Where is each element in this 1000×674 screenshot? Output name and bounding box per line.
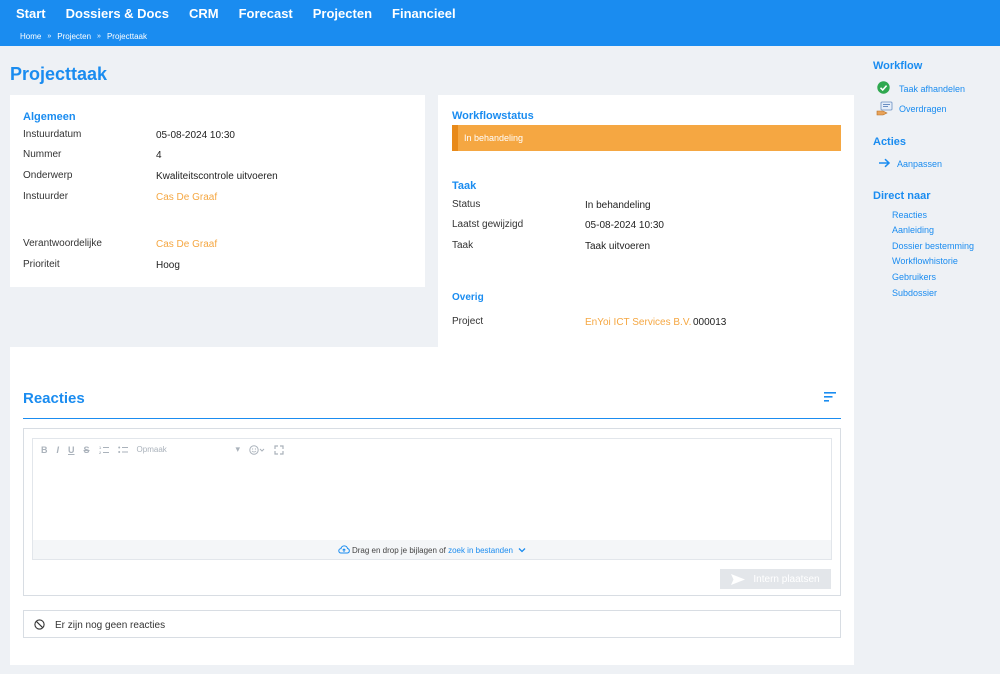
menu-item-crm[interactable]: CRM: [189, 6, 219, 21]
nummer-value: 4: [156, 150, 162, 161]
nummer-label: Nummer: [23, 149, 62, 160]
instuurder-link[interactable]: Cas De Graaf: [156, 192, 217, 203]
breadcrumb-separator-icon: »: [47, 33, 52, 40]
instuurdatum-value: 05-08-2024 10:30: [156, 130, 235, 141]
intern-plaatsen-label: Intern plaatsen: [753, 573, 820, 585]
dropzone-text: Drag en drop je bijlagen of: [351, 546, 446, 555]
main-menu: Start Dossiers & Docs CRM Forecast Proje…: [16, 6, 456, 21]
top-navigation-bar: Start Dossiers & Docs CRM Forecast Proje…: [0, 0, 1000, 46]
italic-button[interactable]: I: [57, 445, 60, 455]
instuurdatum-label: Instuurdatum: [23, 129, 82, 140]
breadcrumb-home[interactable]: Home: [20, 32, 41, 41]
comment-composer: B I U S 1 2 Opmaak ▾ Drag en drop je bij…: [23, 428, 841, 596]
breadcrumb-separator-icon: »: [97, 33, 101, 40]
instuurder-label: Instuurder: [23, 191, 69, 202]
format-dropdown[interactable]: Opmaak: [137, 445, 227, 454]
emoji-icon[interactable]: [249, 444, 265, 455]
project-code: 000013: [693, 317, 727, 328]
taak-status-value: In behandeling: [585, 200, 651, 211]
page-title: Projecttaak: [10, 64, 108, 84]
breadcrumb-projecten[interactable]: Projecten: [57, 32, 91, 41]
cloud-upload-icon: [338, 545, 350, 554]
direct-link-workflowhistorie[interactable]: Workflowhistorie: [892, 256, 958, 266]
laatst-gewijzigd-value: 05-08-2024 10:30: [585, 220, 664, 231]
verantwoordelijke-link[interactable]: Cas De Graaf: [156, 239, 217, 250]
attachment-dropzone[interactable]: Drag en drop je bijlagen of zoek in best…: [33, 540, 831, 559]
menu-item-forecast[interactable]: Forecast: [239, 6, 293, 21]
reacties-divider: [23, 418, 841, 419]
taak-afhandelen-link[interactable]: Taak afhandelen: [899, 84, 965, 94]
direct-link-subdossier[interactable]: Subdossier: [892, 288, 937, 298]
reacties-title: Reacties: [23, 390, 85, 407]
send-icon: [731, 573, 746, 585]
menu-item-start[interactable]: Start: [16, 6, 46, 21]
svg-text:2: 2: [99, 450, 102, 454]
bullet-list-icon[interactable]: [117, 445, 128, 454]
workflowstatus-title: Workflowstatus: [452, 110, 534, 122]
algemeen-title: Algemeen: [23, 111, 76, 123]
laatst-gewijzigd-label: Laatst gewijzigd: [452, 219, 524, 230]
menu-item-financieel[interactable]: Financieel: [392, 6, 456, 21]
workflow-status-bar: In behandeling: [452, 125, 841, 151]
verantwoordelijke-label: Verantwoordelijke: [23, 238, 102, 249]
breadcrumb-projecttaak[interactable]: Projecttaak: [107, 32, 147, 41]
chevron-down-icon[interactable]: [518, 547, 526, 553]
no-reactions-text: Er zijn nog geen reacties: [55, 620, 166, 631]
direct-link-reacties[interactable]: Reacties: [892, 210, 927, 220]
editor-toolbar: B I U S 1 2 Opmaak ▾: [41, 444, 284, 455]
prioriteit-label: Prioriteit: [23, 259, 60, 270]
taak-value: Taak uitvoeren: [585, 241, 651, 252]
sidebar-acties-title: Acties: [873, 136, 907, 148]
format-dropdown-arrow-icon[interactable]: ▾: [236, 444, 241, 455]
no-entry-icon: [34, 619, 45, 630]
comment-editor[interactable]: B I U S 1 2 Opmaak ▾ Drag en drop je bij…: [32, 438, 832, 560]
underline-button[interactable]: U: [68, 445, 75, 455]
overig-title: Overig: [452, 292, 484, 303]
aanpassen-link[interactable]: Aanpassen: [897, 159, 942, 169]
check-circle-icon[interactable]: [877, 81, 890, 94]
workflow-status-text: In behandeling: [464, 133, 524, 143]
project-link[interactable]: EnYoi ICT Services B.V.: [585, 317, 691, 328]
numbered-list-icon[interactable]: 1 2: [99, 445, 109, 454]
prioriteit-value: Hoog: [156, 260, 180, 271]
strikethrough-button[interactable]: S: [84, 445, 90, 455]
menu-item-projecten[interactable]: Projecten: [313, 6, 372, 21]
handover-icon[interactable]: [876, 101, 894, 117]
intern-plaatsen-button[interactable]: Intern plaatsen: [720, 569, 831, 589]
onderwerp-value: Kwaliteitscontrole uitvoeren: [156, 171, 278, 182]
menu-item-dossiers-docs[interactable]: Dossiers & Docs: [66, 6, 169, 21]
arrow-right-icon[interactable]: [878, 158, 891, 168]
no-reactions-notice: Er zijn nog geen reacties: [23, 610, 841, 638]
taak-label: Taak: [452, 240, 474, 251]
project-label: Project: [452, 316, 484, 327]
direct-link-gebruikers[interactable]: Gebruikers: [892, 272, 936, 282]
sort-icon[interactable]: [824, 391, 838, 403]
breadcrumb: Home » Projecten » Projecttaak: [20, 32, 147, 41]
direct-link-aanleiding[interactable]: Aanleiding: [892, 225, 934, 235]
sidebar-direct-naar-title: Direct naar: [873, 190, 931, 202]
browse-files-link[interactable]: zoek in bestanden: [448, 546, 513, 555]
overdragen-link[interactable]: Overdragen: [899, 104, 947, 114]
direct-link-dossier-bestemming[interactable]: Dossier bestemming: [892, 241, 974, 251]
onderwerp-label: Onderwerp: [23, 170, 73, 181]
sidebar-workflow-title: Workflow: [873, 60, 923, 72]
fullscreen-icon[interactable]: [274, 444, 284, 455]
bold-button[interactable]: B: [41, 445, 48, 455]
taak-status-label: Status: [452, 199, 481, 210]
algemeen-panel: [10, 95, 425, 287]
taak-title: Taak: [452, 180, 477, 192]
